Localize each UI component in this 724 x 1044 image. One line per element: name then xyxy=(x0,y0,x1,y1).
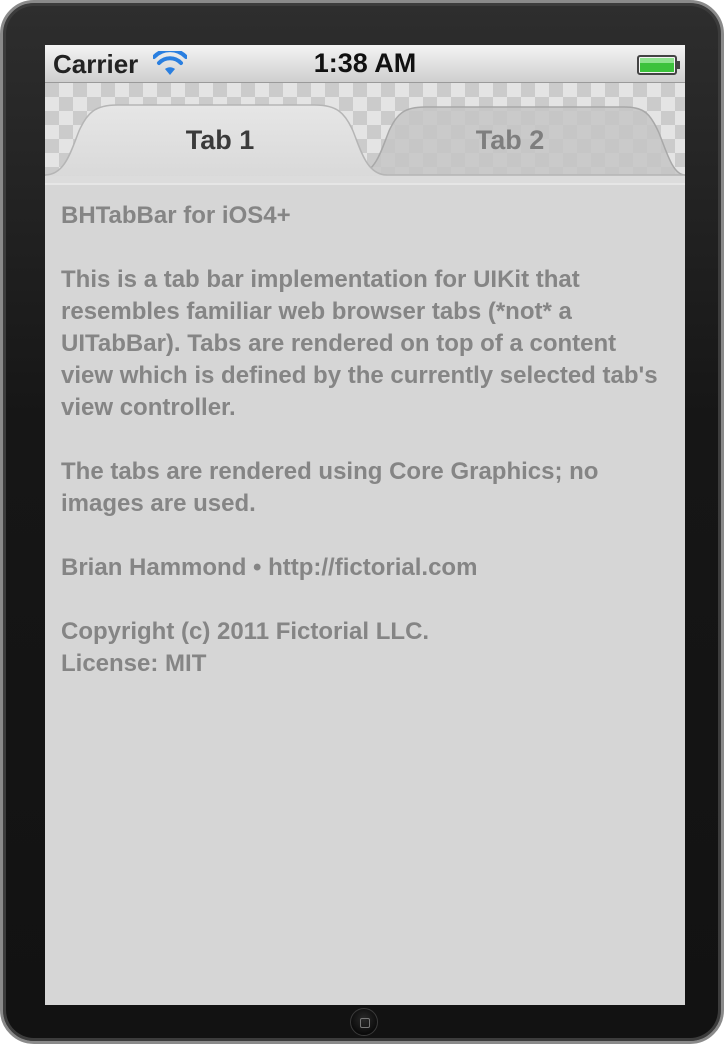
tab-bar: Tab 1 Tab 2 xyxy=(45,83,685,183)
content-copyright: Copyright (c) 2011 Fictorial LLC. xyxy=(61,618,430,645)
content-description: This is a tab bar implementation for UIK… xyxy=(61,266,658,421)
tab-2-label: Tab 2 xyxy=(475,125,545,155)
battery-icon xyxy=(637,55,680,75)
screen: Carrier 1:38 AM Tab 1 Tab 2 BHTabBar for… xyxy=(45,45,685,1005)
ipad-device-frame: Carrier 1:38 AM Tab 1 Tab 2 BHTabBar for… xyxy=(0,0,724,1044)
tab-content-divider xyxy=(45,183,685,185)
content-license: License: MIT xyxy=(61,650,207,677)
content-rendering-note: The tabs are rendered using Core Graphic… xyxy=(61,458,599,517)
content-author: Brian Hammond • http://fictorial.com xyxy=(61,554,478,581)
tab-content: BHTabBar for iOS4+ This is a tab bar imp… xyxy=(61,200,669,712)
status-bar: Carrier 1:38 AM xyxy=(45,45,685,83)
home-square-icon xyxy=(360,1018,370,1028)
tab-1-label: Tab 1 xyxy=(185,125,255,155)
home-button[interactable] xyxy=(350,1008,378,1036)
content-title: BHTabBar for iOS4+ xyxy=(61,202,291,229)
status-time: 1:38 AM xyxy=(313,48,417,78)
